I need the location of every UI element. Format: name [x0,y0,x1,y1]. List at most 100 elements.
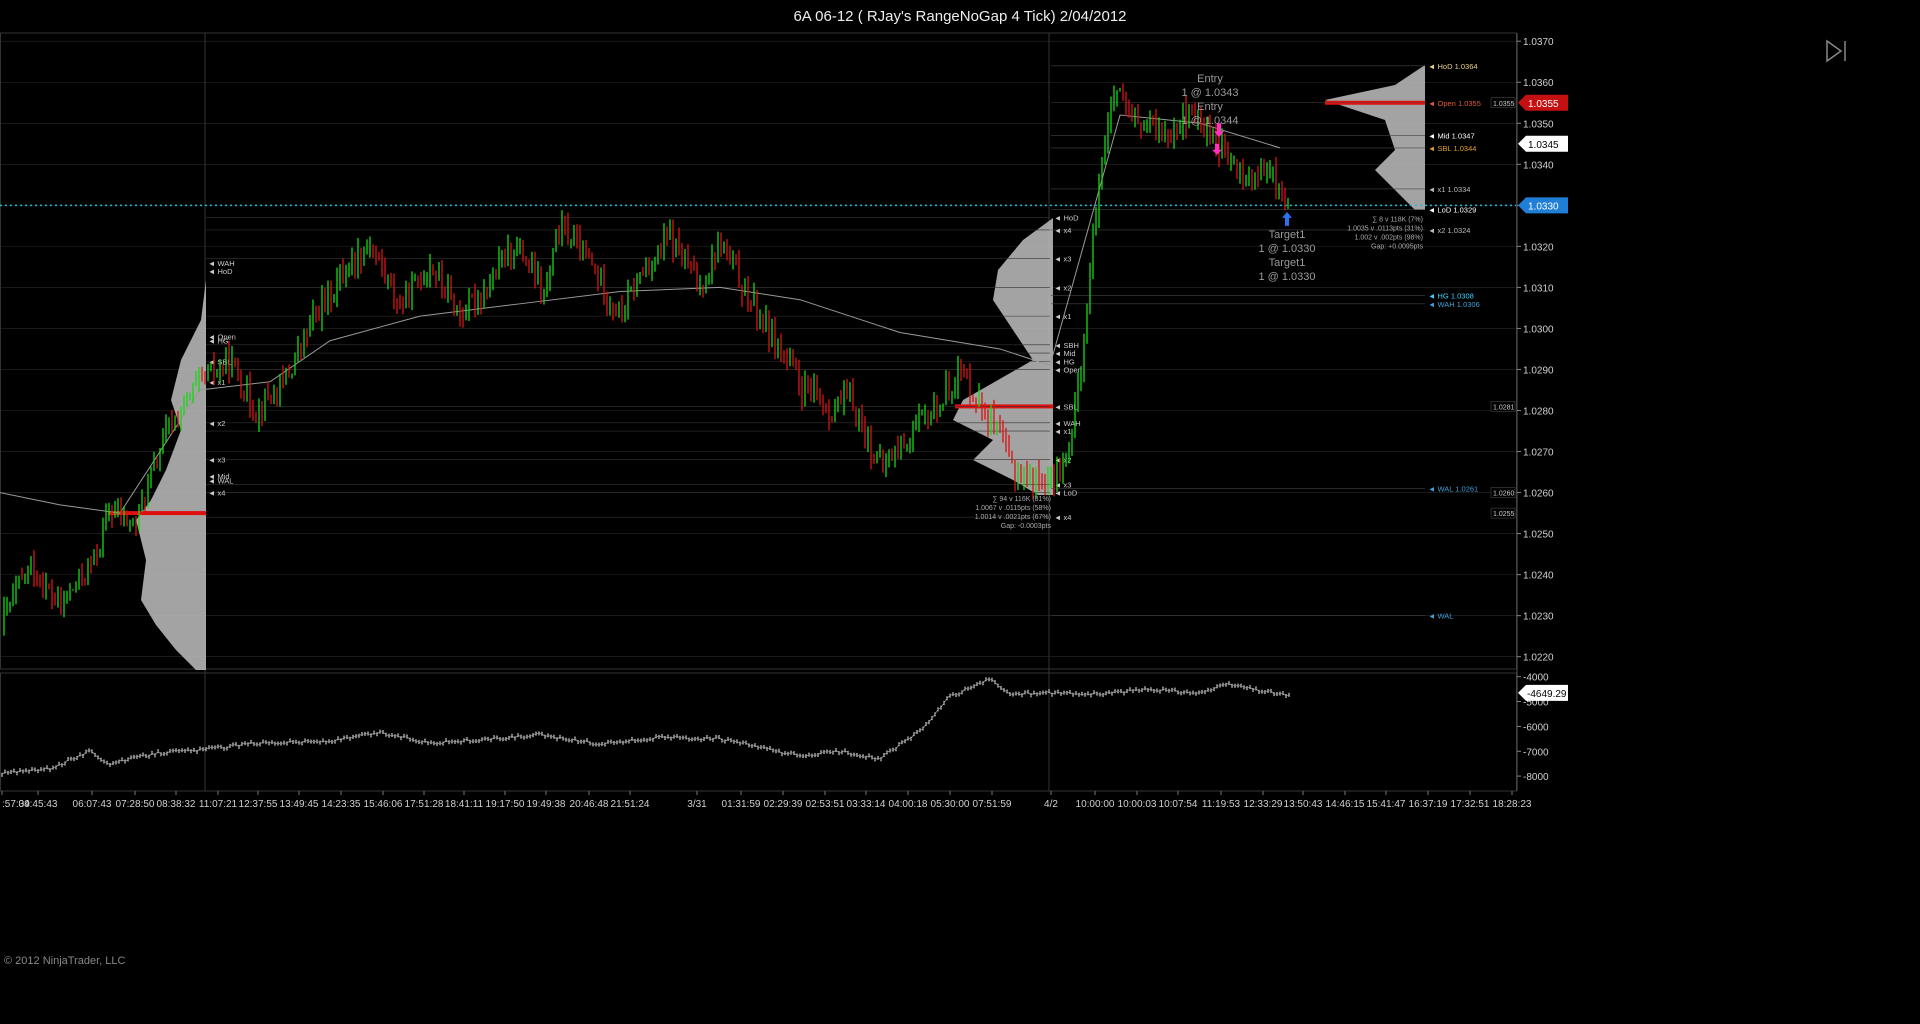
level-label: ◄ Open 1.0355 [1428,99,1481,108]
x-tick-label: 10:07:54 [1159,799,1198,810]
x-tick-label: 21:51:24 [611,799,650,810]
x-tick-label: 10:00:00 [1076,799,1115,810]
stats-text: 1.0067 v .0115pts (58%) [975,505,1051,512]
x-tick-label: 05:30:00 [931,799,970,810]
stats-text: Gap: -0.0003pts [1001,523,1052,530]
y-tick-label: 1.0320 [1523,242,1554,253]
x-tick-label: 16:37:19 [1409,799,1448,810]
x-tick-label: 04:45:43 [19,799,58,810]
level-label: ◄ Mid 1.0347 [1428,132,1475,141]
y-tick-label: 1.0240 [1523,571,1554,582]
x-tick-label: 02:29:39 [764,799,803,810]
target-arrow-icon [1282,211,1292,226]
first-level-label: ◄ x3 [208,456,225,465]
stats-text: Gap: +0.0095pts [1371,244,1423,251]
x-tick-label: 15:46:06 [364,799,403,810]
y-tick-label: 1.0350 [1523,119,1554,130]
price-axis: 1.0370 1.0360 1.0350 1.0340 1.0330 1.0320 1.03… [1517,37,1568,664]
y-tick-label: 1.0220 [1523,653,1554,664]
x-tick-label: 3/31 [687,799,707,810]
x-tick-label: 17:32:51 [1451,799,1490,810]
x-tick-label: 19:49:38 [527,799,566,810]
prior-level-label: ◄ x3 [1054,255,1071,264]
level-label: ◄ LoD 1.0329 [1428,205,1476,214]
x-tick-label: 13:50:43 [1284,799,1323,810]
trade-annotation-text: Target1 [1269,257,1306,269]
stats-text: 1.0035 v .0113pts (31%) [1347,226,1423,233]
level-label: ◄ HoD 1.0364 [1428,62,1478,71]
x-tick-label: 12:37:55 [239,799,278,810]
small-price-label: 1.0355 [1493,101,1515,108]
level-label: ◄ WAL 1.0261 [1428,484,1478,493]
grid-lines [1,33,1516,791]
x-tick-label: 14:23:35 [322,799,361,810]
ind-tick-label: -7000 [1523,747,1549,758]
y-tick-label: 1.0300 [1523,324,1554,335]
time-axis: :57:3904:45:43 06:07:43 07:28:50 08:38:32 11… [1,791,1532,810]
y-tick-label: 1.0270 [1523,448,1554,459]
x-tick-label: 10:00:03 [1118,799,1157,810]
y-tick-label: 1.0310 [1523,283,1554,294]
prior-level-label: ◄ x1 [1054,427,1071,436]
prior-level-label: ◄ x4 [1054,226,1071,235]
entry-arrow-icon [1212,143,1222,155]
x-tick-label: 12:33:29 [1244,799,1283,810]
trade-annotation-text: 1 @ 1.0344 [1181,115,1238,127]
volume-profile-current-session [1325,65,1425,210]
prior-level-label: ◄ HoD [1054,214,1079,223]
x-tick-label: 08:38:32 [157,799,196,810]
y-tick-label: 1.0340 [1523,160,1554,171]
small-price-label: 1.0281 [1493,404,1515,411]
x-tick-label: 07:28:50 [116,799,155,810]
x-tick-label: 02:53:51 [806,799,845,810]
first-level-label: ◄ x4 [208,489,225,498]
y-tick-label: 1.0370 [1523,37,1554,48]
x-tick-label: 15:41:47 [1367,799,1406,810]
x-tick-label: 06:07:43 [73,799,112,810]
x-tick-label: 11:07:21 [199,799,238,810]
prior-level-label: ◄ x4 [1054,513,1071,522]
play-to-end-icon[interactable] [1824,38,1850,64]
x-tick-label: 17:51:28 [405,799,444,810]
x-tick-label: 04:00:18 [889,799,928,810]
stats-text: 1.002 v .002pts (98%) [1355,235,1424,242]
trade-annotation-text: 1 @ 1.0330 [1258,271,1315,283]
price-marker-label: 1.0355 [1528,99,1559,110]
x-tick-label: 18:28:23 [1493,799,1532,810]
x-tick-label: 14:46:15 [1326,799,1365,810]
x-tick-label: 13:49:45 [280,799,319,810]
x-tick-label: 19:17:50 [486,799,525,810]
x-tick-label: 20:46:48 [570,799,609,810]
first-level-label: ◄ HoD [208,267,233,276]
y-tick-label: 1.0280 [1523,406,1554,417]
x-tick-label: 07:51:59 [973,799,1012,810]
copyright-watermark: © 2012 NinjaTrader, LLC [4,955,126,967]
volume-profile-first-session [136,280,206,670]
ind-tick-label: -6000 [1523,722,1549,733]
lower-panel-frame [0,672,1517,792]
stats-text: ∑ 94 v 116K (81%) [992,496,1051,503]
stats-text: ∑ 8 v 118K (7%) [1372,217,1423,224]
small-price-label: 1.0260 [1493,491,1515,498]
y-tick-label: 1.0290 [1523,365,1554,376]
y-tick-label: 1.0230 [1523,612,1554,623]
ind-line [1,678,1290,776]
indicator-panel: -4000-5000-6000-7000-8000-4649.29 [1,673,1568,783]
price-marker-label: 1.0345 [1528,140,1559,151]
ind-tick-label: -4000 [1523,673,1549,684]
level-label: ◄ WAL [1428,612,1453,621]
first-level-label: ◄ WAL [208,476,233,485]
x-tick-label: 01:31:59 [722,799,761,810]
price-chart-svg[interactable]: ◄ HoD 1.0364 ◄ Open 1.0355 ◄ Mid 1.0347 ◄ S… [0,0,1920,1024]
level-label: ◄ SBL 1.0344 [1428,144,1476,153]
poc-bar-first [108,511,206,516]
chart-frame [0,32,1518,792]
ind-last-label: -4649.29 [1527,689,1567,700]
y-tick-label: 1.0360 [1523,78,1554,89]
prior-level-label: ◄ x2 [1054,283,1071,292]
first-level-label: ◄ HG [208,337,229,346]
small-price-label: 1.0255 [1493,511,1515,518]
trade-annotation-text: Entry [1197,101,1223,113]
trade-annotation-text: 1 @ 1.0343 [1181,87,1238,99]
y-tick-label: 1.0250 [1523,530,1554,541]
